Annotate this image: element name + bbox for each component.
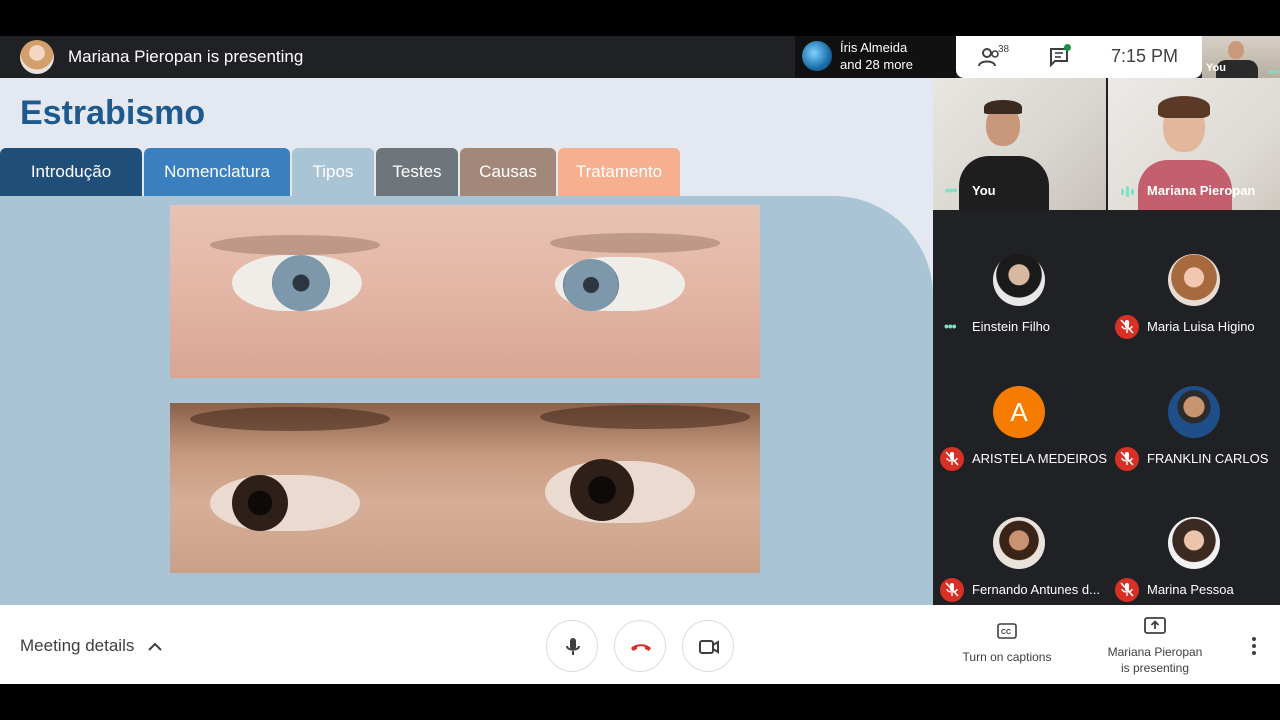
eyebrow — [190, 407, 390, 431]
end-call-button[interactable] — [614, 620, 666, 672]
self-view-head — [1228, 41, 1244, 59]
slide-tab-testes: Testes — [376, 148, 458, 196]
microphone-button[interactable] — [546, 620, 598, 672]
participant-tile[interactable]: Fernando Antunes d... — [933, 477, 1106, 607]
slide-tab-introducao: Introdução — [0, 148, 142, 196]
mic-off-icon — [1115, 447, 1139, 471]
more-options-icon[interactable] — [1244, 635, 1264, 657]
join-notification: Íris Almeida and 28 more — [795, 36, 956, 78]
participant-avatar — [1168, 254, 1220, 306]
camera-button[interactable] — [682, 620, 734, 672]
presenting-line-1: Mariana Pieropan — [1107, 645, 1203, 659]
top-bar: Mariana Pieropan is presenting Íris Alme… — [0, 36, 1280, 78]
slide-tab-tipos: Tipos — [292, 148, 374, 196]
participant-avatar — [993, 517, 1045, 569]
eye-iris — [570, 459, 634, 521]
chat-unread-dot — [1064, 44, 1071, 51]
more-options-icon[interactable]: ••• — [945, 182, 958, 198]
participant-count: 38 — [998, 44, 1010, 55]
mic-off-icon — [940, 578, 964, 602]
join-notification-more: and 28 more — [840, 57, 913, 72]
presenting-line-2: is presenting — [1120, 661, 1190, 675]
person-hair — [1158, 96, 1210, 118]
participant-name: Mariana Pieropan — [1147, 183, 1256, 198]
present-screen-icon — [1144, 617, 1166, 634]
participant-name: ARISTELA MEDEIROS — [972, 451, 1108, 466]
participant-tile[interactable]: A ARISTELA MEDEIROS — [933, 346, 1108, 476]
mic-off-icon — [1115, 315, 1139, 339]
meeting-details-button[interactable]: Meeting details — [20, 636, 134, 656]
slide-tab-nomenclatura: Nomenclatura — [144, 148, 290, 196]
participant-avatar — [993, 254, 1045, 306]
participant-tile[interactable]: ••• Einstein Filho — [933, 214, 1106, 344]
meet-screen: Mariana Pieropan is presenting Íris Alme… — [0, 0, 1280, 720]
video-camera-icon — [699, 640, 719, 654]
speaking-indicator-icon — [1121, 186, 1134, 197]
participant-tile[interactable]: FRANKLIN CARLOS — [1108, 346, 1280, 476]
self-view-thumbnail[interactable]: You ••• — [1202, 36, 1280, 78]
eyes-photo-bottom — [170, 403, 760, 573]
self-view-label: You — [1206, 62, 1226, 74]
eyebrow — [210, 235, 380, 255]
participant-name: FRANKLIN CARLOS — [1147, 451, 1269, 466]
mic-off-icon — [1115, 578, 1139, 602]
meeting-info-panel: 38 7:15 PM — [956, 36, 1202, 78]
iris-avatar — [802, 41, 832, 71]
participant-name: Maria Luisa Higino — [1147, 319, 1255, 334]
participant-avatar — [1168, 517, 1220, 569]
participant-video-you[interactable]: ••• You — [933, 78, 1106, 210]
speaking-dots-icon: ••• — [944, 318, 957, 334]
join-notification-name: Íris Almeida — [840, 40, 908, 55]
mic-off-icon — [940, 447, 964, 471]
closed-captions-icon: CC — [997, 623, 1017, 639]
chevron-up-icon[interactable] — [147, 640, 163, 658]
presenting-status-button[interactable]: Mariana Pieropan is presenting — [1096, 617, 1214, 676]
slide-tabs: Introdução Nomenclatura Tipos Testes Cau… — [0, 148, 682, 196]
eye-iris — [232, 475, 288, 531]
person-hair — [984, 100, 1022, 114]
participant-name: Marina Pessoa — [1147, 582, 1234, 597]
svg-text:CC: CC — [1001, 629, 1011, 636]
participant-name: Fernando Antunes d... — [972, 582, 1100, 597]
slide-tab-tratamento: Tratamento — [558, 148, 680, 196]
eyebrow — [550, 233, 720, 253]
eyebrow — [540, 405, 750, 429]
slide-title: Estrabismo — [20, 94, 206, 132]
presentation-slide: Estrabismo Introdução Nomenclatura Tipos… — [0, 78, 933, 605]
presenter-avatar — [20, 40, 54, 74]
microphone-icon — [566, 638, 580, 655]
eye-iris — [563, 259, 619, 311]
participant-tile[interactable]: Maria Luisa Higino — [1108, 214, 1280, 344]
eye-iris — [272, 255, 330, 311]
hangup-icon — [631, 644, 651, 651]
self-view-more-icon: ••• — [1268, 65, 1279, 78]
participant-initial-avatar: A — [993, 386, 1045, 438]
captions-label: Turn on captions — [962, 650, 1052, 664]
participant-name: Einstein Filho — [972, 319, 1051, 334]
slide-tab-causas: Causas — [460, 148, 556, 196]
clock: 7:15 PM — [1111, 46, 1179, 66]
participant-video-mariana[interactable]: Mariana Pieropan — [1108, 78, 1280, 210]
participants-panel: ••• You Mariana Pieropan ••• Einstein Fi… — [933, 78, 1280, 605]
participant-tile[interactable]: Marina Pessoa — [1108, 477, 1280, 607]
bottom-bar: Meeting details CC Turn on captions Mari… — [0, 605, 1280, 684]
participant-avatar — [1168, 386, 1220, 438]
participant-name: You — [972, 183, 996, 198]
captions-button[interactable]: CC Turn on captions — [950, 623, 1064, 664]
eyes-photo-top — [170, 205, 760, 378]
presenter-status: Mariana Pieropan is presenting — [68, 47, 304, 66]
